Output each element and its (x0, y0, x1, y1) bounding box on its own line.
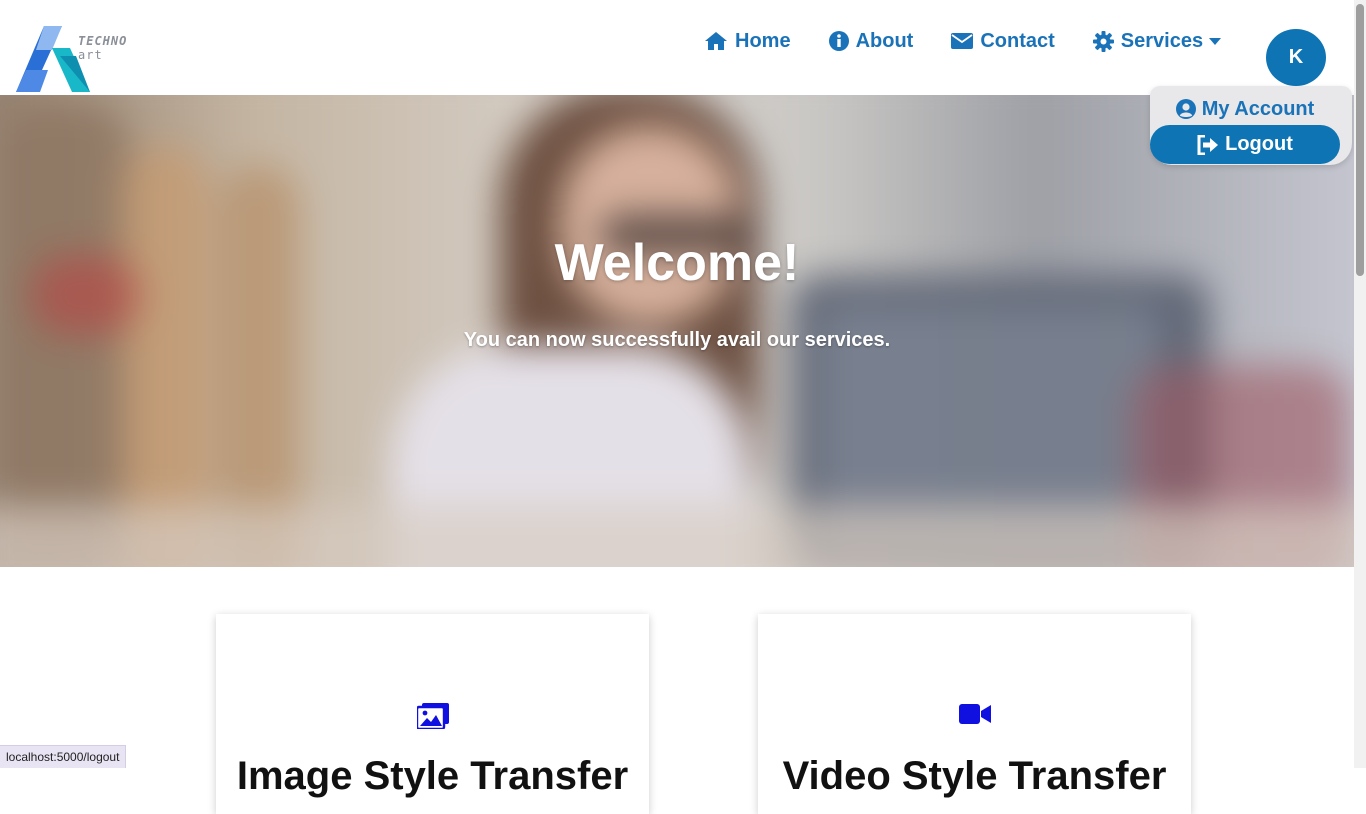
status-url: localhost:5000/logout (6, 750, 120, 764)
service-card-image[interactable]: Image Style Transfer (216, 614, 649, 814)
hero-banner: Welcome! You can now successfully avail … (0, 95, 1354, 567)
info-icon (828, 31, 849, 51)
my-account-label: My Account (1201, 97, 1315, 120)
logo[interactable]: TECHNO art (16, 26, 141, 94)
scrollbar-thumb[interactable] (1356, 4, 1364, 276)
home-icon (705, 32, 727, 50)
my-account-link[interactable]: My Account (1150, 92, 1340, 126)
hero-title: Welcome! (554, 234, 800, 292)
logo-text: TECHNO art (78, 34, 128, 62)
nav-contact[interactable]: Contact (951, 29, 1055, 53)
nav-about-label: About (855, 29, 914, 52)
user-avatar[interactable]: K (1266, 29, 1326, 86)
user-circle-icon (1175, 99, 1196, 119)
scrollbar[interactable] (1354, 0, 1366, 768)
nav-services-label: Services (1120, 29, 1204, 52)
hero-subtitle: You can now successfully avail our servi… (463, 329, 891, 351)
chevron-down-icon (1209, 37, 1222, 45)
service-card-video[interactable]: Video Style Transfer (758, 614, 1191, 814)
video-icon (958, 704, 991, 724)
nav-about[interactable]: About (828, 29, 914, 53)
logout-label: Logout (1225, 133, 1293, 155)
gear-icon (1092, 30, 1114, 52)
nav-home-label: Home (735, 29, 791, 52)
sign-out-icon (1197, 134, 1219, 155)
link-status-bar: localhost:5000/logout (0, 745, 127, 768)
avatar-initial: K (1288, 46, 1304, 68)
service-card-title: Image Style Transfer (236, 754, 629, 798)
main-nav: Home About Contact Services (704, 26, 1222, 56)
envelope-icon (951, 33, 974, 49)
nav-home[interactable]: Home (704, 30, 791, 53)
account-dropdown: My Account Logout (1150, 86, 1352, 165)
nav-contact-label: Contact (980, 29, 1055, 52)
service-card-title: Video Style Transfer (782, 754, 1167, 798)
logout-button[interactable]: Logout (1150, 125, 1340, 164)
nav-services[interactable]: Services (1092, 29, 1222, 53)
images-icon (416, 703, 449, 729)
